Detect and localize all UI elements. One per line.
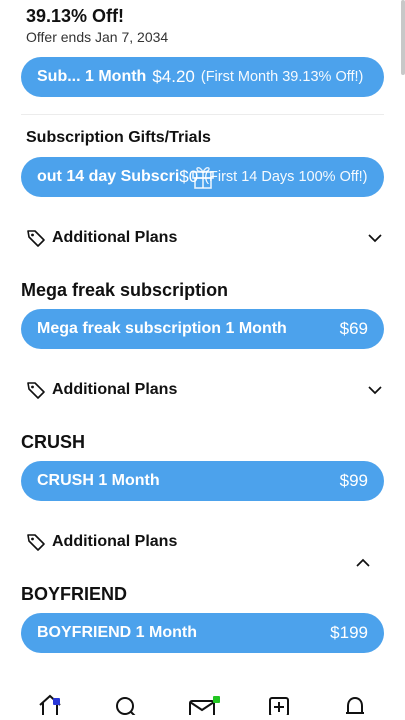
notification-dot [53,698,61,705]
plan-subscribe-button[interactable]: BOYFRIEND 1 Month $199 [21,613,384,653]
offer-title: 39.13% Off! [26,6,125,26]
additional-plans-toggle[interactable]: Additional Plans [26,226,384,250]
plan-title: CRUSH [21,432,86,452]
plan-button-label: Mega freak subscription 1 Month [37,320,287,337]
additional-plans-label: Additional Plans [52,381,178,398]
mail-icon [189,693,216,720]
plan-title: Mega freak subscription [21,280,229,300]
subscribe-discount-note: (First Month 39.13% Off!) [200,69,364,85]
add-post-icon [266,693,292,720]
chevron-up-icon[interactable] [354,555,372,569]
plan-button-label: CRUSH 1 Month [37,472,160,489]
bell-icon [342,693,368,720]
chevron-down-icon[interactable] [366,381,384,399]
trial-button-label: out 14 day Subscri [37,168,180,185]
tag-icon [26,228,46,248]
bottom-nav [0,692,405,720]
plan-title: BOYFRIEND [21,584,128,604]
offer-end-date: Offer ends Jan 7, 2034 [26,29,169,45]
plan-price: $199 [330,623,368,642]
chevron-down-icon[interactable] [366,229,384,247]
plan-price: $69 [339,319,368,338]
nav-home[interactable] [35,694,65,720]
additional-plans-label: Additional Plans [52,229,178,246]
scrollbar-thumb[interactable] [401,0,405,75]
divider [21,114,384,115]
gifts-trials-title: Subscription Gifts/Trials [26,129,211,146]
nav-search[interactable] [111,697,141,720]
tag-icon [26,532,46,552]
additional-plans-toggle[interactable]: Additional Plans [26,378,384,402]
additional-plans-toggle[interactable]: Additional Plans [26,530,384,554]
notification-dot [213,696,221,703]
nav-messages[interactable] [187,696,221,720]
subscribe-price: $4.20 [152,67,195,86]
gift-icon [190,162,216,190]
plan-button-label: BOYFRIEND 1 Month [37,624,197,641]
nav-new-post[interactable] [264,697,294,720]
tag-icon [26,380,46,400]
plan-subscribe-button[interactable]: Mega freak subscription 1 Month $69 [21,309,384,349]
subscribe-button-label: Sub... 1 Month [37,68,147,85]
additional-plans-label: Additional Plans [52,533,178,550]
plan-subscribe-button[interactable]: CRUSH 1 Month $99 [21,461,384,501]
nav-notifications[interactable] [340,696,370,720]
trial-discount-note: (First 14 Days 100% Off!) [204,169,368,185]
plan-price: $99 [339,471,368,490]
search-icon [113,693,139,720]
subscribe-button[interactable]: Sub... 1 Month $4.20 (First Month 39.13%… [21,57,384,97]
